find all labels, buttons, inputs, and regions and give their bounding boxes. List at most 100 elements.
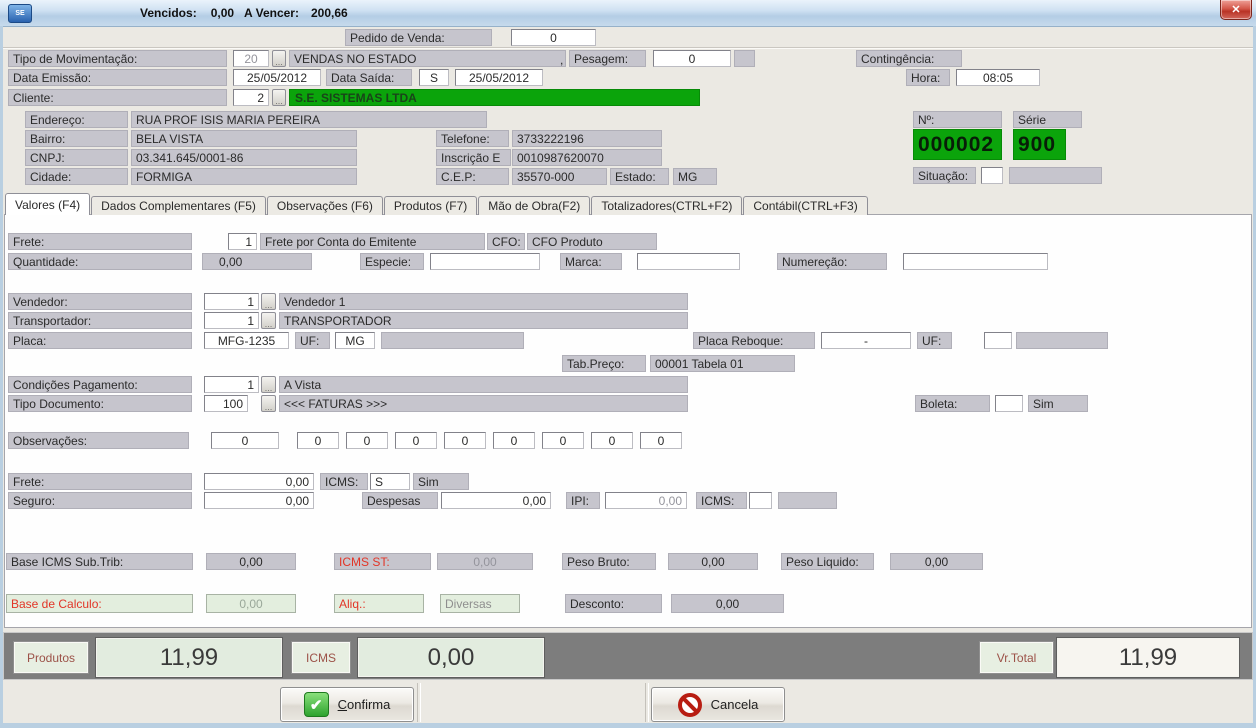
icms-st-value: 0,00	[437, 553, 533, 570]
base-icms-subtrib-value: 0,00	[206, 553, 296, 570]
a-vencer-value: 200,66	[311, 6, 348, 20]
tab-valores[interactable]: Valores (F4)	[5, 193, 90, 215]
base-calculo-value: 0,00	[206, 594, 296, 613]
observacoes-label: Observações:	[8, 432, 189, 449]
tipo-documento-lookup-button[interactable]: …	[261, 395, 276, 412]
placa-label: Placa:	[8, 332, 192, 349]
vr-total-label: Vr.Total	[979, 641, 1054, 674]
quantidade-value: 0,00	[202, 253, 312, 270]
placa-reboque-input[interactable]: -	[821, 332, 911, 349]
observacao-input-2[interactable]: 0	[297, 432, 339, 449]
sales-order-window: SE Vencidos: 0,00 A Vencer: 200,66 ✕ Ped…	[0, 0, 1256, 728]
marca-input[interactable]	[637, 253, 740, 270]
especie-input[interactable]	[430, 253, 540, 270]
tab-dados-complementares[interactable]: Dados Complementares (F5)	[91, 196, 266, 215]
observacao-input-6[interactable]: 0	[493, 432, 535, 449]
frete-tipo-desc: Frete por Conta do Emitente	[260, 233, 485, 250]
tipo-movimentacao-lookup-button[interactable]: …	[272, 50, 286, 67]
placa-reboque-label: Placa Reboque:	[693, 332, 815, 349]
situacao-label: Situação:	[913, 167, 976, 184]
tipo-documento-label: Tipo Documento:	[8, 395, 192, 412]
observacao-input-1[interactable]: 0	[211, 432, 279, 449]
confirma-button[interactable]: ✔ Confirma	[280, 687, 414, 722]
quantidade-label: Quantidade:	[8, 253, 192, 270]
uf-reboque-box	[1016, 332, 1108, 349]
boleta-flag-input[interactable]	[995, 395, 1023, 412]
vendedor-code-input[interactable]: 1	[204, 293, 259, 310]
numero-value: 000002	[913, 129, 1002, 160]
produtos-total-value: 11,99	[95, 637, 283, 678]
titlebar-balances: Vencidos: 0,00 A Vencer: 200,66	[140, 0, 348, 26]
numerecao-input[interactable]	[903, 253, 1048, 270]
produtos-total-label: Produtos	[13, 641, 89, 674]
data-saida-input[interactable]: 25/05/2012	[455, 69, 543, 86]
transportador-desc: TRANSPORTADOR	[279, 312, 688, 329]
condicoes-pagamento-label: Condições Pagamento:	[8, 376, 192, 393]
endereco-label: Endereço:	[25, 111, 128, 128]
observacao-input-7[interactable]: 0	[542, 432, 584, 449]
uf-reboque-input[interactable]	[984, 332, 1012, 349]
observacao-input-4[interactable]: 0	[395, 432, 437, 449]
despesas-input[interactable]: 0,00	[441, 492, 551, 509]
pesagem-input[interactable]: 0	[653, 50, 731, 67]
panel-seam	[417, 683, 421, 722]
hora-input[interactable]: 08:05	[956, 69, 1040, 86]
close-button[interactable]: ✕	[1220, 0, 1252, 20]
close-icon: ✕	[1231, 3, 1240, 16]
cancela-button[interactable]: Cancela	[651, 687, 785, 722]
data-emissao-input[interactable]: 25/05/2012	[233, 69, 321, 86]
tab-produtos[interactable]: Produtos (F7)	[384, 196, 477, 215]
frete-valor-input[interactable]: 0,00	[204, 473, 314, 490]
tab-totalizadores[interactable]: Totalizadores(CTRL+F2)	[591, 196, 742, 215]
peso-bruto-value: 0,00	[668, 553, 758, 570]
especie-label: Especie:	[360, 253, 424, 270]
vendedor-lookup-button[interactable]: …	[261, 293, 276, 310]
a-vencer-label: A Vencer:	[244, 6, 299, 20]
transportador-lookup-button[interactable]: …	[261, 312, 276, 329]
estado-value: MG	[673, 168, 717, 185]
condicoes-pagamento-code-input[interactable]: 1	[204, 376, 259, 393]
observacao-input-5[interactable]: 0	[444, 432, 486, 449]
tab-mao-de-obra[interactable]: Mão de Obra(F2)	[478, 196, 590, 215]
transportador-code-input[interactable]: 1	[204, 312, 259, 329]
cnpj-label: CNPJ:	[25, 149, 128, 166]
icms-frete-label: ICMS:	[320, 473, 368, 490]
cliente-lookup-button[interactable]: …	[272, 89, 286, 106]
tab-contabil[interactable]: Contábil(CTRL+F3)	[743, 196, 867, 215]
situacao-desc-box	[1009, 167, 1102, 184]
observacao-input-8[interactable]: 0	[591, 432, 633, 449]
frete-tipo-label: Frete:	[8, 233, 192, 250]
pedido-de-venda-input[interactable]: 0	[511, 29, 596, 46]
uf-input[interactable]: MG	[335, 332, 375, 349]
condicoes-pagamento-lookup-button[interactable]: …	[261, 376, 276, 393]
transportador-label: Transportador:	[8, 312, 192, 329]
frete-tipo-code-input[interactable]: 1	[228, 233, 257, 250]
cliente-code-input[interactable]: 2	[233, 89, 269, 106]
seguro-label: Seguro:	[8, 492, 192, 509]
boleta-label: Boleta:	[915, 395, 990, 412]
tipo-documento-code-input[interactable]: 100	[204, 395, 248, 412]
observacao-input-3[interactable]: 0	[346, 432, 388, 449]
observacao-input-9[interactable]: 0	[640, 432, 682, 449]
tipo-movimentacao-desc: VENDAS NO ESTADO	[289, 50, 566, 67]
placa-input[interactable]: MFG-1235	[204, 332, 289, 349]
placa-extra-box	[381, 332, 524, 349]
peso-liquido-value: 0,00	[890, 553, 983, 570]
condicoes-pagamento-desc: A Vista	[279, 376, 688, 393]
icms-total-value: 0,00	[357, 637, 545, 678]
seguro-input[interactable]: 0,00	[204, 492, 314, 509]
peso-bruto-label: Peso Bruto:	[562, 553, 656, 570]
confirma-button-label: Confirma	[338, 697, 391, 712]
situacao-flag-input[interactable]	[981, 167, 1003, 184]
ipi-input[interactable]: 0,00	[605, 492, 687, 509]
tab-observacoes[interactable]: Observações (F6)	[267, 196, 383, 215]
tipo-movimentacao-code-input[interactable]: 20	[233, 50, 269, 67]
icms-seguro-flag-input[interactable]	[749, 492, 772, 509]
icms-frete-flag-input[interactable]: S	[370, 473, 410, 490]
pesagem-label: Pesagem:	[569, 50, 646, 67]
telefone-value: 3733222196	[512, 130, 662, 147]
base-calculo-label: Base de Calculo:	[6, 594, 193, 613]
data-saida-flag-input[interactable]: S	[419, 69, 449, 86]
panel-seam	[645, 683, 649, 722]
hora-label: Hora:	[906, 69, 950, 86]
